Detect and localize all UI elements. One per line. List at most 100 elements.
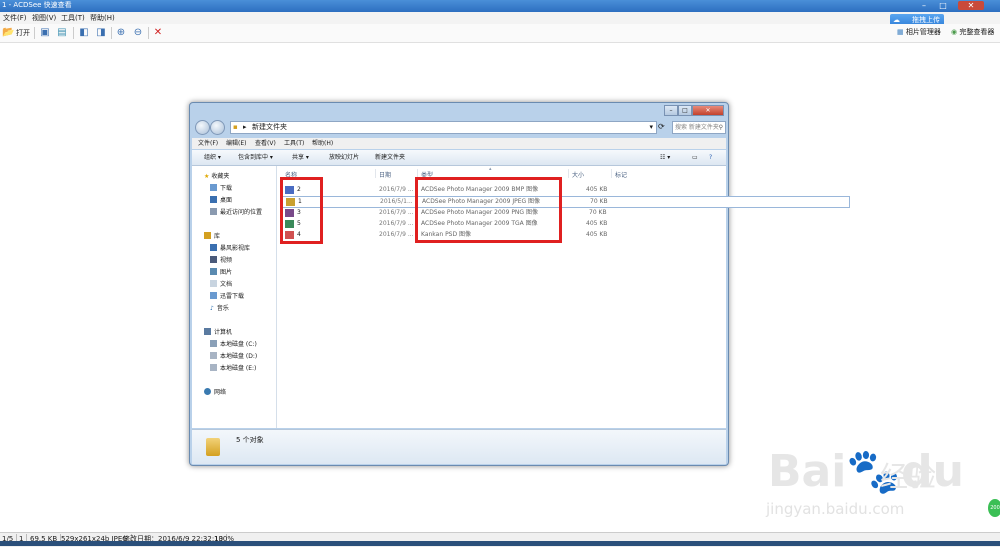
forward-button[interactable] [210, 120, 225, 135]
details-pane: 5 个对象 [192, 429, 726, 464]
taskbar [0, 541, 1000, 546]
drive-icon [210, 340, 217, 347]
explorer-menu-file[interactable]: 文件(F) [198, 138, 218, 149]
organize-button[interactable]: 组织 ▾ [204, 150, 221, 165]
nav-item-downloads[interactable]: 下载 [210, 184, 232, 194]
nav-item-videos[interactable]: 视频 [210, 256, 232, 266]
fullscreen-icon[interactable]: ▣ [39, 27, 51, 39]
network-icon [204, 388, 211, 395]
folder-icon [206, 438, 220, 456]
nav-network[interactable]: 网络 [204, 388, 226, 398]
nav-item-recent[interactable]: 最近访问的位置 [210, 208, 262, 218]
recent-places-icon [210, 208, 217, 215]
help-icon[interactable]: ? [709, 150, 712, 165]
toolbar: 📂 打开 ▣ ▤ ◧ ◨ ⊕ ⊖ ✕ [0, 24, 1000, 43]
search-icon: ⚲ [718, 124, 723, 131]
navigation-pane: ★ 收藏夹 下载 桌面 最近访问的位置 库 暴风影视库 视频 图片 文档 迅雷下… [192, 166, 277, 428]
sort-up-icon: ▴ [489, 166, 492, 172]
share-button[interactable]: 共享 ▾ [292, 150, 309, 165]
title-bar: 1 - ACDSee 快速查看 – □ ✕ [0, 0, 1000, 12]
slideshow-icon[interactable]: ▤ [56, 27, 68, 39]
desktop-icon [210, 196, 217, 203]
column-header-date[interactable]: 日期 [379, 170, 391, 179]
full-viewer-link[interactable]: ◉ 完整查看器 [951, 26, 994, 38]
annotation-box-types [415, 177, 562, 243]
breadcrumb-arrow-icon: ▸ [243, 123, 247, 131]
explorer-close-button[interactable]: ✕ [692, 105, 724, 116]
window-title: 1 - ACDSee 快速查看 [2, 1, 72, 9]
close-window-button[interactable]: ✕ [958, 1, 984, 10]
explorer-menu-edit[interactable]: 编辑(E) [226, 138, 246, 149]
menu-file[interactable]: 文件(F) [3, 12, 27, 24]
command-bar: 组织 ▾ 包含到库中 ▾ 共享 ▾ 放映幻灯片 新建文件夹 ☷ ▾ ▭ ? [192, 150, 726, 166]
folder-icon: ▪ [233, 123, 238, 131]
nav-item-thunder-downloads[interactable]: 迅雷下载 [210, 292, 244, 302]
menu-tools[interactable]: 工具(T) [61, 12, 85, 24]
drive-icon [210, 352, 217, 359]
explorer-menu-view[interactable]: 查看(V) [255, 138, 276, 149]
view-options-icon[interactable]: ☷ ▾ [660, 150, 670, 165]
preview-pane-icon[interactable]: ▭ [692, 150, 698, 165]
documents-icon [210, 280, 217, 287]
pictures-icon [210, 268, 217, 275]
nav-item-pictures[interactable]: 图片 [210, 268, 232, 278]
nav-item-drive-e[interactable]: 本地磁盘 (E:) [210, 364, 256, 374]
item-count: 5 个对象 [236, 436, 264, 444]
new-folder-button[interactable]: 新建文件夹 [375, 150, 405, 165]
explorer-maximize-button[interactable]: □ [678, 105, 692, 116]
drive-icon [210, 364, 217, 371]
explorer-menu-tools[interactable]: 工具(T) [284, 138, 304, 149]
open-folder-icon[interactable]: 📂 [2, 27, 14, 39]
next-icon[interactable]: ◨ [95, 27, 107, 39]
explorer-window: – □ ✕ ▪ ▸ 新建文件夹 ▾ ⟳ 搜索 新建文件夹 ⚲ 文件(F) 编辑(… [189, 102, 850, 466]
column-header-tags[interactable]: 标记 [615, 170, 627, 179]
chevron-down-icon[interactable]: ▾ [649, 122, 653, 133]
downloads-icon [210, 184, 217, 191]
thunder-icon [210, 292, 217, 299]
nav-favorites[interactable]: ★ 收藏夹 [204, 172, 229, 182]
explorer-menu-bar: 文件(F) 编辑(E) 查看(V) 工具(T) 帮助(H) [192, 138, 726, 149]
videos-icon [210, 256, 217, 263]
include-in-library-button[interactable]: 包含到库中 ▾ [238, 150, 273, 165]
nav-libraries[interactable]: 库 [204, 232, 220, 242]
back-button[interactable] [195, 120, 210, 135]
photo-manager-icon: ▦ [897, 28, 904, 36]
badge: 200 [988, 499, 1000, 517]
explorer-minimize-button[interactable]: – [664, 105, 678, 116]
menu-help[interactable]: 帮助(H) [90, 12, 115, 24]
photo-manager-link[interactable]: ▦ 相片管理器 [897, 26, 941, 38]
nav-item-desktop[interactable]: 桌面 [210, 196, 232, 206]
minimize-button[interactable]: – [916, 1, 932, 10]
open-label[interactable]: 打开 [16, 27, 30, 39]
address-text: 新建文件夹 [252, 123, 287, 131]
previous-icon[interactable]: ◧ [78, 27, 90, 39]
nav-item-drive-d[interactable]: 本地磁盘 (D:) [210, 352, 257, 362]
watermark-cn: 经验 [880, 460, 937, 493]
delete-icon[interactable]: ✕ [152, 27, 164, 39]
slideshow-button[interactable]: 放映幻灯片 [329, 150, 359, 165]
annotation-box-names [280, 177, 323, 244]
menu-bar: 文件(F) 视图(V) 工具(T) 帮助(H) [0, 12, 1000, 24]
computer-icon [204, 328, 211, 335]
watermark-url: jingyan.baidu.com [766, 500, 905, 518]
zoom-out-icon[interactable]: ⊖ [132, 27, 144, 39]
music-icon: ♪ [210, 305, 214, 312]
menu-view[interactable]: 视图(V) [32, 12, 56, 24]
nav-item-music[interactable]: ♪ 音乐 [210, 304, 229, 314]
library-icon [204, 232, 211, 239]
nav-item-storm-library[interactable]: 暴风影视库 [210, 244, 250, 254]
explorer-menu-help[interactable]: 帮助(H) [312, 138, 333, 149]
search-input[interactable]: 搜索 新建文件夹 ⚲ [672, 121, 726, 134]
address-bar[interactable]: ▪ ▸ 新建文件夹 ▾ [230, 121, 657, 134]
maximize-button[interactable]: □ [935, 1, 951, 10]
star-icon: ★ [204, 173, 210, 180]
video-library-icon [210, 244, 217, 251]
full-viewer-icon: ◉ [951, 28, 958, 36]
column-header-size[interactable]: 大小 [572, 170, 584, 179]
nav-computer[interactable]: 计算机 [204, 328, 232, 338]
refresh-icon[interactable]: ⟳ [658, 121, 665, 132]
zoom-in-icon[interactable]: ⊕ [115, 27, 127, 39]
file-row-selected[interactable]: 1 2016/5/1... ACDSee Photo Manager 2009 … [281, 196, 850, 208]
nav-item-documents[interactable]: 文档 [210, 280, 232, 290]
nav-item-drive-c[interactable]: 本地磁盘 (C:) [210, 340, 257, 350]
